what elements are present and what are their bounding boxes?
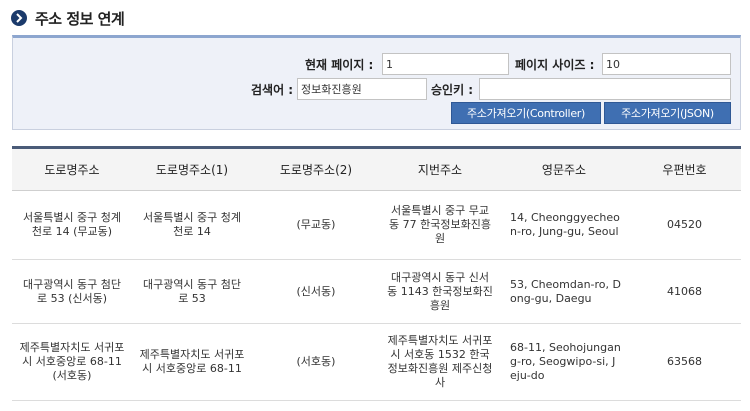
column-header: 도로명주소(1) (132, 147, 252, 191)
jibun-address-cell: 서울특별시 중구 무교동 77 한국정보화진흥원 (380, 190, 500, 260)
api-key-input[interactable] (479, 78, 731, 100)
column-header: 도로명주소(2) (252, 147, 380, 191)
table-row: 제주특별자치도 서귀포시 서호중앙로 68-11 (서호동) 제주특별자치도 서… (12, 323, 741, 401)
keyword-label: 검색어 : (251, 83, 294, 97)
jibun-address-cell: 제주특별자치도 서귀포시 서호동 1532 한국정보화진흥원 제주신청사 (380, 323, 500, 401)
road-address-cell: 대구광역시 동구 첨단로 53 (신서동) (12, 259, 132, 324)
column-header: 지번주소 (380, 147, 500, 191)
table-row: 서울특별시 중구 청계천로 14 (무교동) 서울특별시 중구 청계천로 14 … (12, 190, 741, 260)
keyword-input[interactable] (297, 78, 427, 100)
jibun-address-cell: 대구광역시 동구 신서동 1143 한국정보화진흥원 (380, 259, 500, 324)
zip-code-cell: 63568 (628, 323, 741, 401)
column-header: 우편번호 (628, 147, 741, 191)
english-address-cell: 53, Cheomdan-ro, Dong-gu, Daegu (500, 259, 628, 324)
table-row: 대구광역시 동구 첨단로 53 (신서동) 대구광역시 동구 첨단로 53 (신… (12, 259, 741, 324)
road-address-part1-cell: 서울특별시 중구 청계천로 14 (132, 190, 252, 260)
chevron-right-icon (11, 10, 27, 26)
api-key-label: 승인키 : (431, 83, 474, 97)
search-form: 현재 페이지 : 페이지 사이즈 : 검색어 : 승인키 : 주소가져오기(Co… (12, 35, 741, 130)
road-address-cell: 서울특별시 중구 청계천로 14 (무교동) (12, 190, 132, 260)
road-address-part2-cell: (신서동) (252, 259, 380, 324)
road-address-part2-cell: (무교동) (252, 190, 380, 260)
current-page-label: 현재 페이지 : (305, 58, 374, 72)
road-address-part2-cell: (서호동) (252, 323, 380, 401)
road-address-part1-cell: 제주특별자치도 서귀포시 서호중앙로 68-11 (132, 323, 252, 401)
column-header: 영문주소 (500, 147, 628, 191)
fetch-controller-button[interactable]: 주소가져오기(Controller) (451, 102, 601, 124)
fetch-json-button[interactable]: 주소가져오기(JSON) (604, 102, 731, 124)
page-title: 주소 정보 연계 (35, 9, 125, 28)
current-page-input[interactable] (382, 53, 509, 75)
page-size-input[interactable] (602, 53, 731, 75)
page-size-label: 페이지 사이즈 : (515, 58, 595, 72)
column-header: 도로명주소 (12, 147, 132, 191)
table-header-row: 도로명주소 도로명주소(1) 도로명주소(2) 지번주소 영문주소 우편번호 (12, 147, 741, 191)
english-address-cell: 68-11, Seohojungang-ro, Seogwipo-si, Jej… (500, 323, 628, 401)
road-address-part1-cell: 대구광역시 동구 첨단로 53 (132, 259, 252, 324)
zip-code-cell: 41068 (628, 259, 741, 324)
address-table-container: 도로명주소 도로명주소(1) 도로명주소(2) 지번주소 영문주소 우편번호 서… (12, 146, 741, 401)
zip-code-cell: 04520 (628, 190, 741, 260)
page-header: 주소 정보 연계 (11, 7, 125, 29)
address-table: 도로명주소 도로명주소(1) 도로명주소(2) 지번주소 영문주소 우편번호 서… (12, 146, 741, 401)
road-address-cell: 제주특별자치도 서귀포시 서호중앙로 68-11 (서호동) (12, 323, 132, 401)
english-address-cell: 14, Cheonggyecheon-ro, Jung-gu, Seoul (500, 190, 628, 260)
